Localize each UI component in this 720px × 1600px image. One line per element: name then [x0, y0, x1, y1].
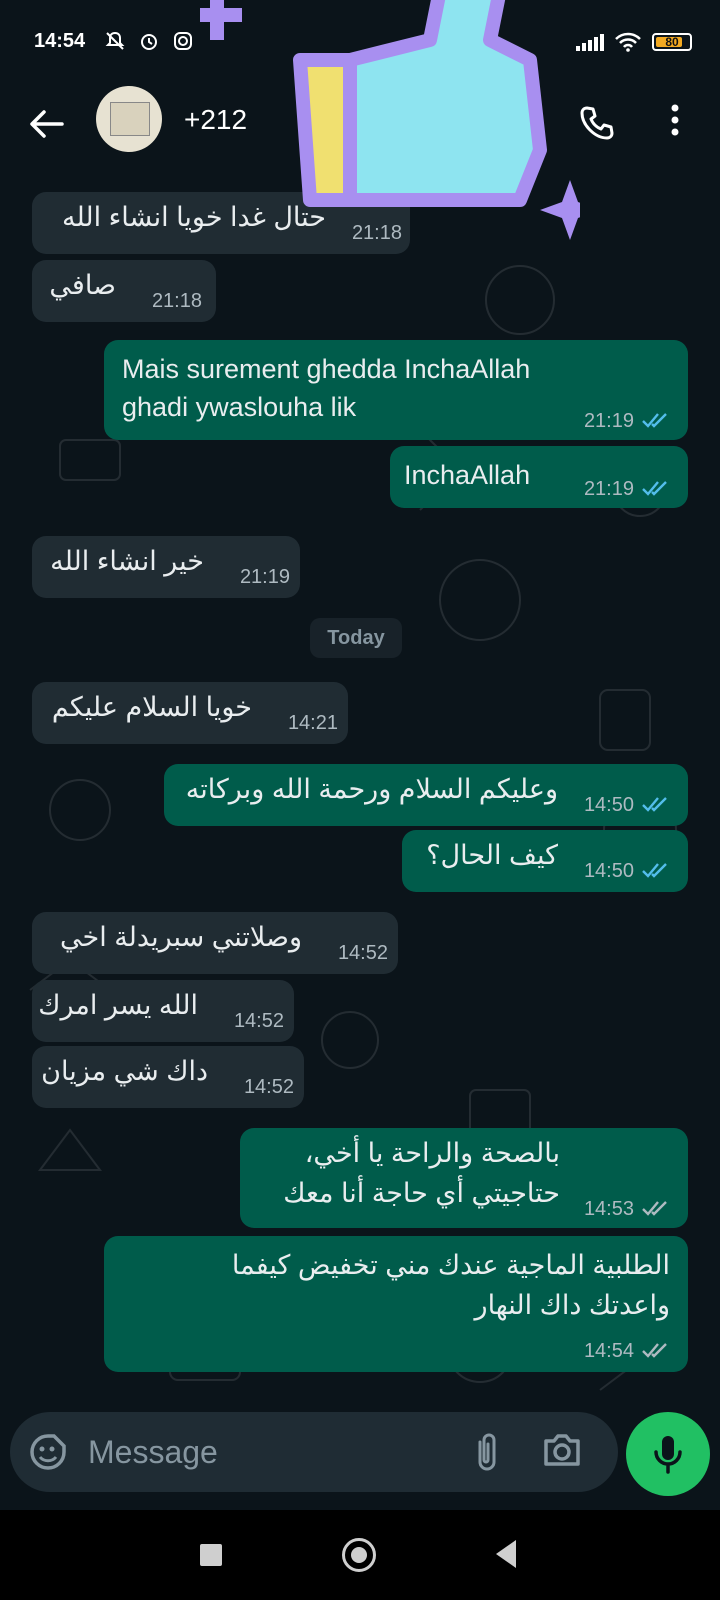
- wifi-icon: [615, 32, 641, 52]
- recents-button[interactable]: [200, 1544, 222, 1566]
- message-text-line: الطلبية الماجية عندك مني تخفيض كيفما: [231, 1250, 670, 1280]
- delivered-ticks-icon: [642, 1201, 667, 1216]
- system-nav-bar: [0, 1510, 720, 1600]
- message-time: 14:53: [583, 1198, 634, 1220]
- message-time: 21:18: [151, 290, 202, 312]
- message-time: 14:52: [233, 1010, 284, 1032]
- alarm-icon: [141, 34, 157, 50]
- attach-icon[interactable]: [474, 1432, 500, 1472]
- battery-icon: 80: [652, 33, 692, 51]
- camera-icon[interactable]: [542, 1432, 582, 1468]
- nav-back-button[interactable]: [496, 1540, 516, 1568]
- message-bubble-outgoing[interactable]: InchaAllah 21:19: [390, 446, 688, 508]
- message-bubble-outgoing[interactable]: الطلبية الماجية عندك مني تخفيض كيفما واع…: [104, 1236, 688, 1372]
- message-input-bar[interactable]: Message: [10, 1412, 618, 1492]
- message-text-line: واعدتك داك النهار: [474, 1290, 670, 1320]
- mute-icon: [105, 31, 125, 50]
- message-time: 14:52: [337, 942, 388, 964]
- read-ticks-icon: [642, 413, 667, 428]
- message-time: 21:19: [583, 410, 634, 432]
- message-text: كيف الحال؟: [426, 840, 558, 870]
- message-text: وصلاتني سبريدلة اخي: [60, 922, 302, 952]
- more-icon[interactable]: [668, 102, 682, 142]
- message-bubble-incoming[interactable]: وصلاتني سبريدلة اخي 14:52: [32, 912, 398, 974]
- message-bubble-incoming[interactable]: خويا السلام عليكم 14:21: [32, 682, 348, 744]
- back-arrow-icon[interactable]: [26, 104, 66, 144]
- message-time: 14:50: [583, 860, 634, 882]
- home-button[interactable]: [342, 1538, 376, 1572]
- message-time: 14:50: [583, 794, 634, 816]
- message-time: 14:21: [287, 712, 338, 734]
- message-text-line: حتاجيتي أي حاجة أنا معك: [283, 1178, 560, 1208]
- message-bubble-outgoing[interactable]: وعليكم السلام ورحمة الله وبركاته 14:50: [164, 764, 688, 826]
- message-text: خير انشاء الله: [50, 546, 204, 576]
- message-bubble-outgoing[interactable]: Mais surement ghedda InchaAllah ghadi yw…: [104, 340, 688, 440]
- chat-area[interactable]: حتال غدا خويا انشاء الله 21:18 صافي 21:1…: [0, 170, 720, 1410]
- delivered-ticks-icon: [642, 1343, 667, 1358]
- message-text: InchaAllah: [404, 460, 531, 490]
- signal-icon: [576, 34, 604, 51]
- message-bubble-incoming[interactable]: الله يسر امرك 14:52: [32, 980, 294, 1042]
- message-bubble-outgoing[interactable]: بالصحة والراحة يا أخي، حتاجيتي أي حاجة أ…: [240, 1128, 688, 1228]
- status-time: 14:54: [34, 30, 86, 52]
- battery-level: 80: [665, 35, 679, 49]
- message-text: خويا السلام عليكم: [51, 692, 252, 722]
- emoji-icon[interactable]: [28, 1432, 68, 1472]
- date-separator: Today: [310, 618, 402, 658]
- message-text: داك شي مزيان: [41, 1056, 208, 1086]
- message-time: 21:19: [239, 566, 290, 588]
- message-text-line: بالصحة والراحة يا أخي،: [304, 1138, 560, 1168]
- read-ticks-icon: [642, 797, 667, 812]
- read-ticks-icon: [642, 863, 667, 878]
- message-time: 14:54: [583, 1340, 634, 1362]
- message-time: 21:19: [583, 478, 634, 500]
- message-input-placeholder[interactable]: Message: [88, 1434, 218, 1471]
- message-text: صافي: [49, 270, 116, 300]
- status-icons-right: 80: [576, 32, 692, 52]
- instagram-icon: [174, 32, 192, 50]
- mic-button[interactable]: [626, 1412, 710, 1496]
- call-icon[interactable]: [578, 104, 616, 142]
- message-text-line: Mais surement ghedda InchaAllah: [122, 354, 531, 384]
- read-ticks-icon: [642, 481, 667, 496]
- message-bubble-incoming[interactable]: داك شي مزيان 14:52: [32, 1046, 304, 1108]
- message-bubble-incoming[interactable]: صافي 21:18: [32, 260, 216, 322]
- avatar-image: [110, 102, 150, 136]
- avatar[interactable]: [96, 86, 162, 152]
- thumbs-up-sticker: [200, 0, 580, 240]
- date-separator-label: Today: [327, 627, 385, 649]
- mic-icon: [654, 1436, 682, 1474]
- status-icons-left: [104, 30, 194, 52]
- message-bubble-incoming[interactable]: خير انشاء الله 21:19: [32, 536, 300, 598]
- message-text-line: ghadi ywaslouha lik: [122, 392, 357, 422]
- message-time: 14:52: [243, 1076, 294, 1098]
- message-text: وعليكم السلام ورحمة الله وبركاته: [185, 774, 558, 804]
- message-text: الله يسر امرك: [38, 990, 198, 1020]
- message-bubble-outgoing[interactable]: كيف الحال؟ 14:50: [402, 830, 688, 892]
